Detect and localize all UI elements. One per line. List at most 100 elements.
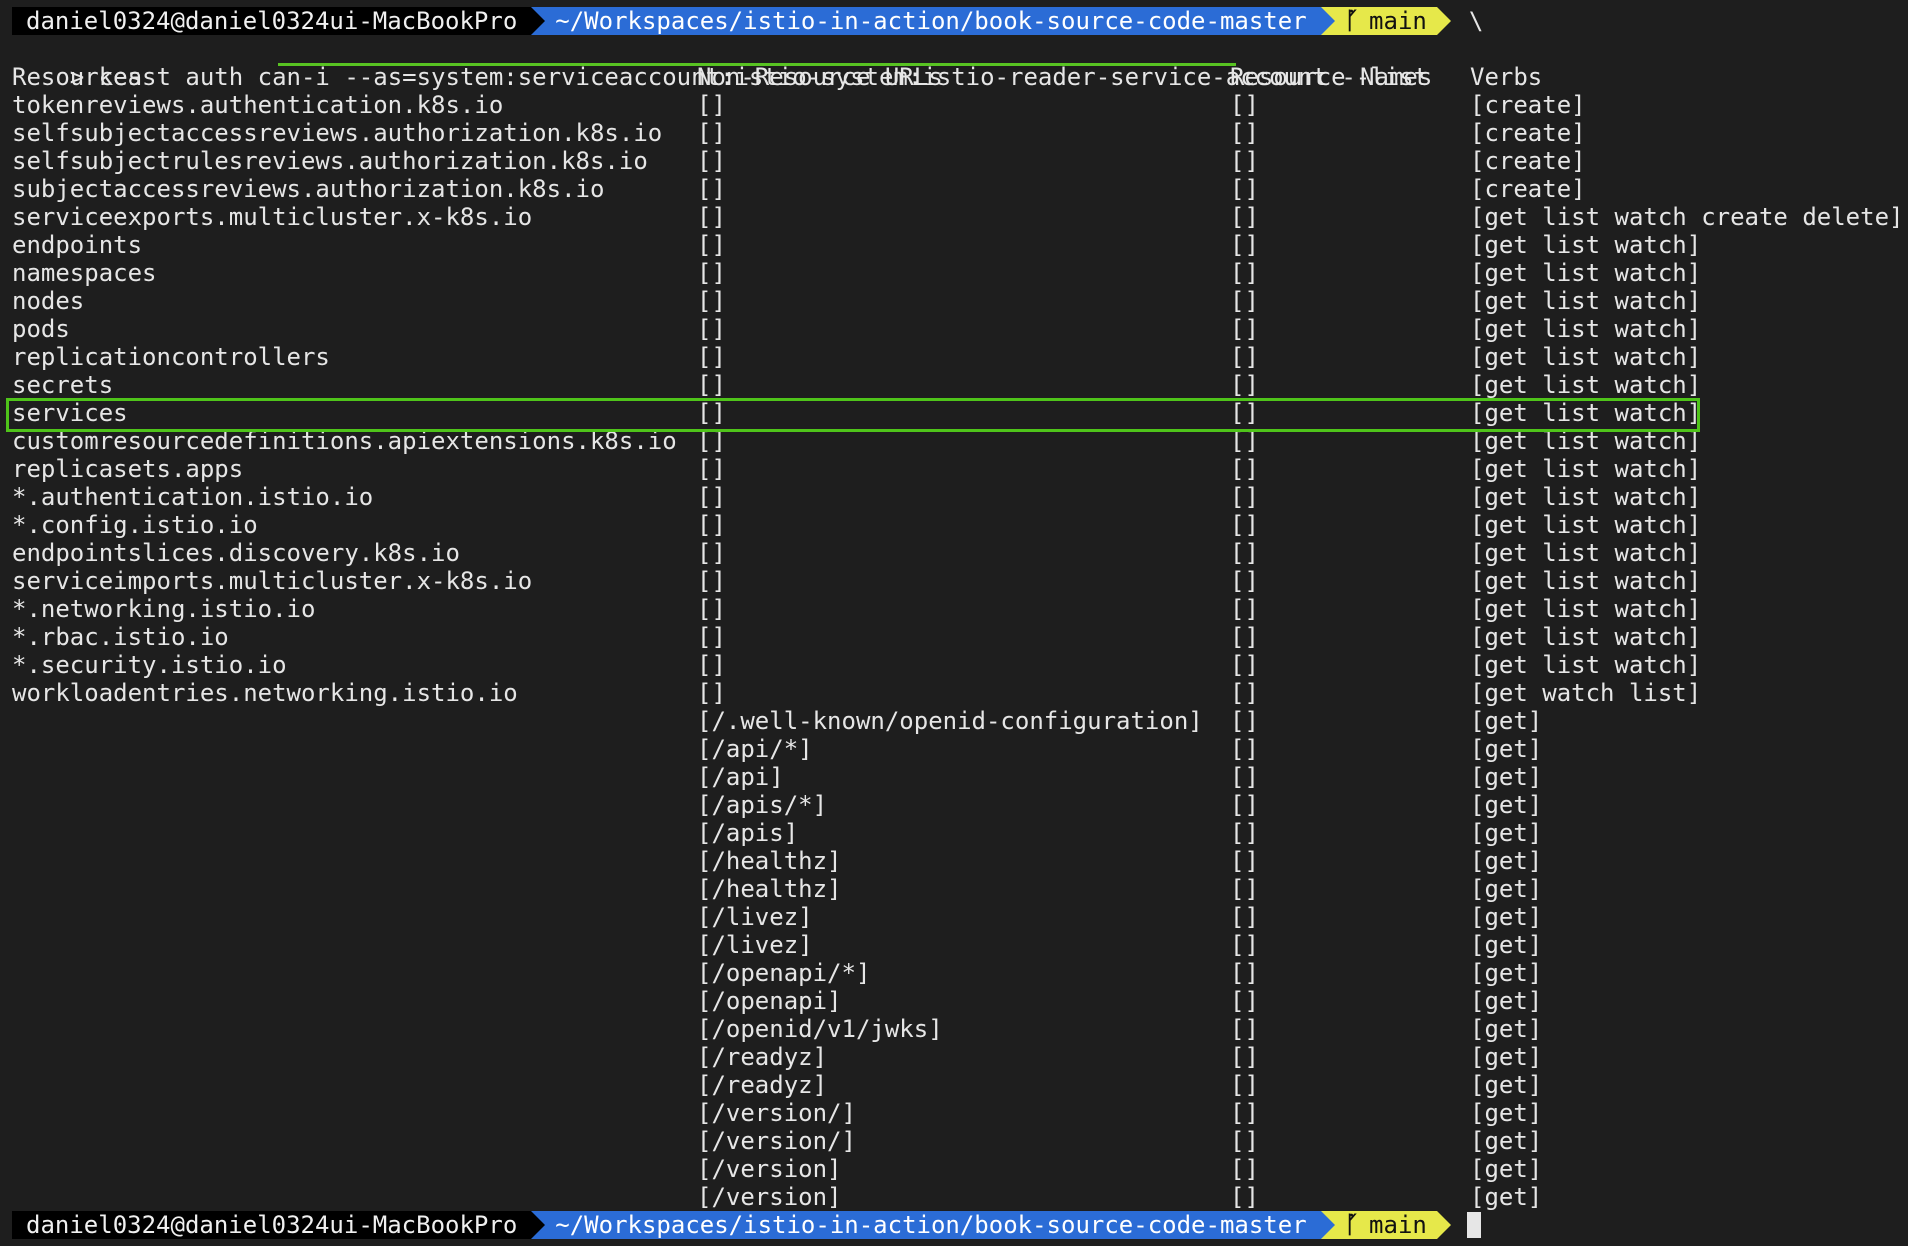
row-resource-names: [] <box>1230 959 1259 987</box>
row-resource-names: [] <box>1230 455 1259 483</box>
row-non-resource-url: [/openapi/*] <box>697 959 871 987</box>
row-resource: workloadentries.networking.istio.io <box>12 679 518 707</box>
row-resource-names: [] <box>1230 539 1259 567</box>
row-resource-names: [] <box>1230 1155 1259 1183</box>
row-non-resource-url: [/readyz] <box>697 1071 828 1099</box>
row-non-resource-url: [] <box>697 119 726 147</box>
row-verbs: [get list watch] <box>1470 623 1702 651</box>
prompt-separator-icon <box>1436 1211 1451 1239</box>
row-resource: replicationcontrollers <box>12 343 330 371</box>
row-resource-names: [] <box>1230 343 1259 371</box>
row-non-resource-url: [] <box>697 511 726 539</box>
row-non-resource-url: [/api] <box>697 763 784 791</box>
row-non-resource-url: [/readyz] <box>697 1043 828 1071</box>
row-non-resource-url: [/apis] <box>697 819 799 847</box>
row-verbs: [get list watch] <box>1470 343 1702 371</box>
row-non-resource-url: [] <box>697 651 726 679</box>
git-branch-icon: ᚵ <box>1344 7 1360 35</box>
row-resource: *.authentication.istio.io <box>12 483 374 511</box>
row-verbs: [get] <box>1470 1099 1543 1127</box>
row-non-resource-url: [/version] <box>697 1183 842 1211</box>
prompt-separator-icon <box>1320 7 1335 35</box>
row-resource: serviceexports.multicluster.x-k8s.io <box>12 203 533 231</box>
row-resource: replicasets.apps <box>12 455 244 483</box>
row-resource: *.config.istio.io <box>12 511 258 539</box>
row-resource-names: [] <box>1230 259 1259 287</box>
row-non-resource-url: [] <box>697 91 726 119</box>
row-non-resource-url: [] <box>697 623 726 651</box>
row-resource-names: [] <box>1230 483 1259 511</box>
row-resource-names: [] <box>1230 847 1259 875</box>
row-verbs: [get list watch] <box>1470 315 1702 343</box>
row-resource-names: [] <box>1230 203 1259 231</box>
row-verbs: [get watch list] <box>1470 679 1702 707</box>
prompt-line-continuation: \ <box>1468 7 1484 35</box>
row-resource-names: [] <box>1230 567 1259 595</box>
row-resource-names: [] <box>1230 651 1259 679</box>
terminal-window[interactable]: daniel0324@daniel0324ui-MacBookPro ~/Wor… <box>0 0 1908 1246</box>
prompt-branch: main <box>1369 1211 1427 1239</box>
row-verbs: [get] <box>1470 931 1543 959</box>
row-verbs: [get list watch create delete] <box>1470 203 1904 231</box>
row-non-resource-url: [/openapi] <box>697 987 842 1015</box>
prompt-separator-icon <box>1436 7 1451 35</box>
row-verbs: [get] <box>1470 903 1543 931</box>
row-resource-names: [] <box>1230 371 1259 399</box>
row-verbs: [get list watch] <box>1470 651 1702 679</box>
header-resources: Resources <box>12 63 143 91</box>
row-verbs: [create] <box>1470 119 1586 147</box>
command-line: > keast auth can-i --as=system:serviceac… <box>12 35 1428 91</box>
row-non-resource-url: [/version] <box>697 1155 842 1183</box>
row-resource-names: [] <box>1230 595 1259 623</box>
prompt-top: daniel0324@daniel0324ui-MacBookPro ~/Wor… <box>12 7 1483 35</box>
row-non-resource-url: [] <box>697 175 726 203</box>
row-resource-names: [] <box>1230 763 1259 791</box>
row-non-resource-url: [/.well-known/openid-configuration] <box>697 707 1203 735</box>
row-non-resource-url: [/version/] <box>697 1127 856 1155</box>
prompt-bottom[interactable]: daniel0324@daniel0324ui-MacBookPro ~/Wor… <box>12 1211 1481 1239</box>
row-resource: selfsubjectaccessreviews.authorization.k… <box>12 119 663 147</box>
row-non-resource-url: [/livez] <box>697 931 813 959</box>
git-branch-icon: ᚵ <box>1344 1211 1360 1239</box>
row-non-resource-url: [] <box>697 455 726 483</box>
row-resource-names: [] <box>1230 987 1259 1015</box>
row-non-resource-url: [] <box>697 259 726 287</box>
row-verbs: [create] <box>1470 147 1586 175</box>
row-resource: endpointslices.discovery.k8s.io <box>12 539 460 567</box>
row-resource-names: [] <box>1230 875 1259 903</box>
row-verbs: [get] <box>1470 791 1543 819</box>
row-non-resource-url: [/livez] <box>697 903 813 931</box>
row-resource-names: [] <box>1230 623 1259 651</box>
row-resource-names: [] <box>1230 91 1259 119</box>
row-resource: endpoints <box>12 231 143 259</box>
row-verbs: [get list watch] <box>1470 455 1702 483</box>
row-resource-names: [] <box>1230 175 1259 203</box>
row-verbs: [get] <box>1470 735 1543 763</box>
row-resource-names: [] <box>1230 1071 1259 1099</box>
prompt-path: ~/Workspaces/istio-in-action/book-source… <box>531 1211 1321 1239</box>
row-verbs: [get] <box>1470 707 1543 735</box>
row-resource-names: [] <box>1230 1043 1259 1071</box>
row-verbs: [create] <box>1470 91 1586 119</box>
row-resource: subjectaccessreviews.authorization.k8s.i… <box>12 175 605 203</box>
row-non-resource-url: [] <box>697 343 726 371</box>
prompt-user-host: daniel0324@daniel0324ui-MacBookPro <box>12 7 532 35</box>
prompt-separator-icon <box>531 7 546 35</box>
terminal-cursor[interactable] <box>1466 1212 1481 1238</box>
row-verbs: [get] <box>1470 1043 1543 1071</box>
row-resource: pods <box>12 315 70 343</box>
row-non-resource-url: [/api/*] <box>697 735 813 763</box>
prompt-path: ~/Workspaces/istio-in-action/book-source… <box>531 7 1321 35</box>
row-non-resource-url: [] <box>697 679 726 707</box>
row-resource: tokenreviews.authentication.k8s.io <box>12 91 504 119</box>
prompt-separator-icon <box>1320 1211 1335 1239</box>
row-resource-names: [] <box>1230 147 1259 175</box>
row-resource: serviceimports.multicluster.x-k8s.io <box>12 567 533 595</box>
row-non-resource-url: [] <box>697 595 726 623</box>
row-verbs: [get] <box>1470 819 1543 847</box>
prompt-user-host: daniel0324@daniel0324ui-MacBookPro <box>12 1211 532 1239</box>
row-verbs: [get list watch] <box>1470 483 1702 511</box>
row-verbs: [get] <box>1470 987 1543 1015</box>
row-verbs: [get list watch] <box>1470 511 1702 539</box>
row-verbs: [get] <box>1470 1071 1543 1099</box>
